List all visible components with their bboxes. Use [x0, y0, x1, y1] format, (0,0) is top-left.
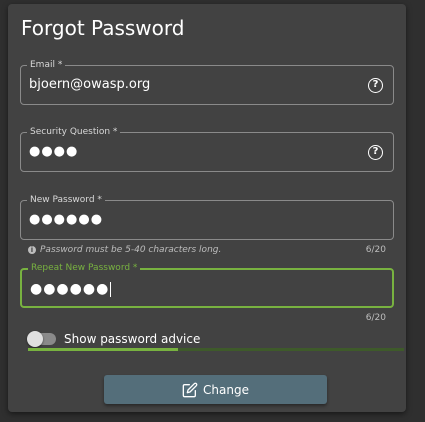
page-title: Forgot Password [21, 16, 185, 40]
email-value: bjoern@owasp.org [29, 77, 151, 92]
change-button[interactable]: Change [104, 375, 327, 404]
show-password-advice-label[interactable]: Show password advice [64, 332, 200, 346]
forgot-password-card: Forgot Password Email * bjoern@owasp.org… [8, 4, 406, 412]
security-question-value: ●●●● [29, 144, 79, 159]
change-button-label: Change [203, 382, 249, 397]
email-field[interactable]: Email * bjoern@owasp.org ? [20, 58, 394, 105]
repeat-password-value: ●●●●●● [30, 281, 110, 297]
repeat-password-label: Repeat New Password * [28, 261, 141, 275]
new-password-counter: 6/20 [365, 245, 386, 255]
email-label: Email * [27, 58, 66, 72]
info-icon: i [28, 246, 36, 254]
security-question-field[interactable]: Security Question * ●●●● ? [20, 125, 394, 172]
repeat-password-field[interactable]: Repeat New Password * ●●●●●● [20, 261, 394, 308]
text-caret [110, 282, 112, 297]
show-password-advice-toggle[interactable]: Show password advice [27, 331, 200, 347]
password-strength-bar [28, 348, 404, 351]
toggle-knob[interactable] [27, 331, 43, 347]
new-password-label: New Password * [27, 193, 105, 207]
repeat-password-value-wrap: ●●●●●● [30, 281, 112, 297]
password-hint-text: Password must be 5-40 characters long. [40, 245, 222, 255]
edit-icon [182, 382, 198, 397]
help-circle-icon[interactable]: ? [368, 78, 383, 93]
toggle-track[interactable] [27, 331, 56, 347]
password-hint: i Password must be 5-40 characters long. [28, 245, 221, 255]
new-password-value: ●●●●●● [29, 212, 104, 227]
password-strength-fill [28, 348, 179, 351]
new-password-field[interactable]: New Password * ●●●●●● [20, 193, 394, 240]
help-circle-icon[interactable]: ? [368, 145, 383, 160]
repeat-password-counter: 6/20 [365, 313, 386, 323]
security-question-label: Security Question * [27, 125, 121, 139]
